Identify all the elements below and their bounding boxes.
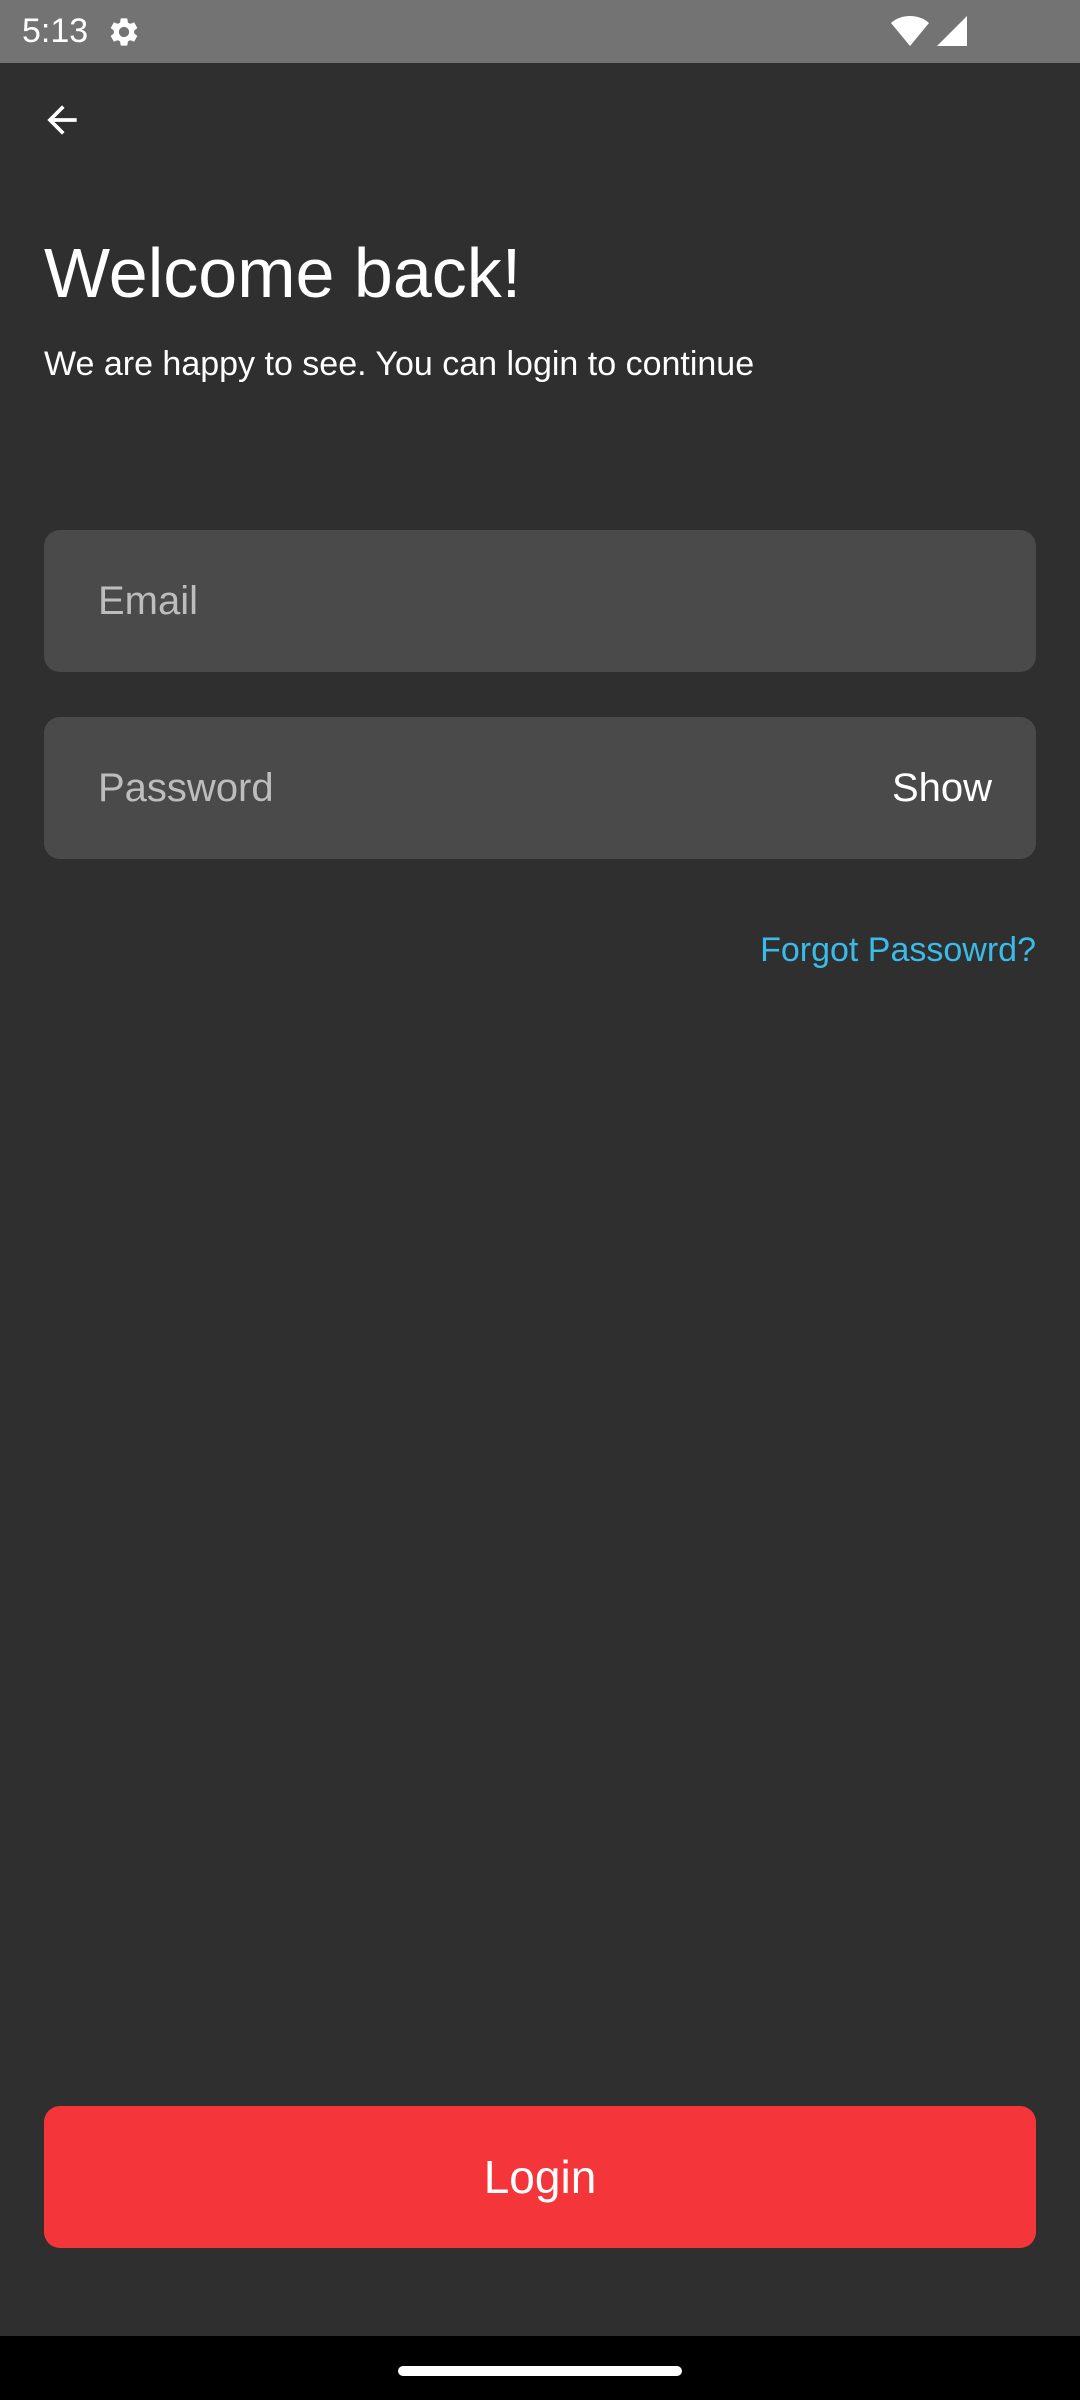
status-time: 5:13 xyxy=(22,12,89,50)
back-button[interactable] xyxy=(30,90,94,150)
signal-icon xyxy=(937,16,967,46)
page-title: Welcome back! xyxy=(44,234,522,312)
forgot-password-link[interactable]: Forgot Passowrd? xyxy=(760,926,1036,974)
navigation-bar xyxy=(0,2336,1080,2400)
arrow-left-icon xyxy=(47,105,77,135)
status-bar: 5:13 xyxy=(0,0,1080,63)
page-subtitle: We are happy to see. You can login to co… xyxy=(44,345,755,383)
email-field-container xyxy=(44,530,1036,672)
show-password-toggle[interactable]: Show xyxy=(892,717,992,859)
password-field[interactable] xyxy=(44,717,1036,859)
home-indicator[interactable] xyxy=(398,2366,682,2376)
login-screen: 5:13 Welcome back! We are happy to see. … xyxy=(0,0,1080,2400)
gear-icon xyxy=(110,18,138,46)
email-field[interactable] xyxy=(44,530,1036,672)
wifi-icon xyxy=(891,16,929,46)
login-button[interactable]: Login xyxy=(44,2106,1036,2248)
password-field-container: Show xyxy=(44,717,1036,859)
